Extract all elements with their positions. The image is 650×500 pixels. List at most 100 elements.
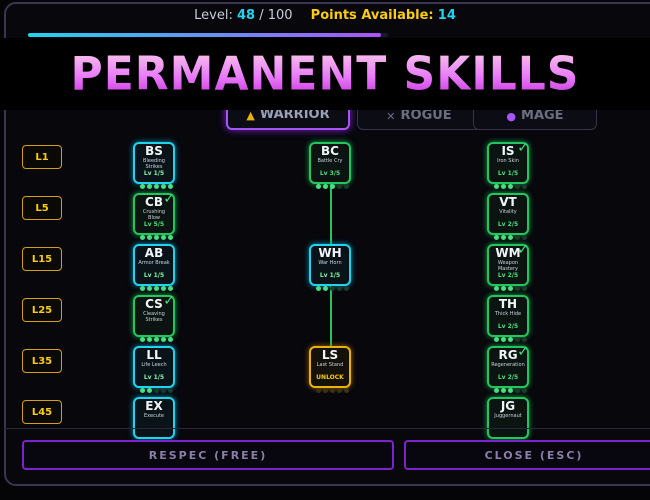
rank-pips: [311, 388, 353, 393]
xp-progress-fill: [28, 33, 381, 37]
skill-node-jg[interactable]: JG Juggernaut: [487, 397, 529, 439]
rank-pip: [493, 388, 499, 393]
rank-pip: [514, 388, 520, 393]
skill-name: Execute: [144, 413, 164, 419]
rank-pip: [343, 286, 349, 291]
skill-node-cs[interactable]: CS Cleaving Strikes ✓: [133, 293, 175, 342]
rank-pip: [329, 184, 335, 189]
skill-node-th[interactable]: TH Thick Hide Lv 2/5: [487, 295, 529, 342]
level-readout: Level: 48 / 100 Points Available: 14: [0, 8, 650, 32]
skill-node-bs[interactable]: BS Bleeding Strikes Lv 1/5: [133, 142, 175, 189]
rank-pip: [153, 286, 159, 291]
skill-name: Last Stand: [316, 362, 344, 368]
tier-label-l1: L1: [22, 145, 62, 169]
rank-pips: [489, 184, 531, 189]
tier-label-l15: L15: [22, 247, 62, 271]
skill-node-ab[interactable]: AB Armor Break Lv 1/5: [133, 244, 175, 291]
skill-name: Battle Cry: [317, 158, 343, 164]
skill-node-wm[interactable]: WM Weapon Mastery Lv 2/5 ✓: [487, 242, 529, 291]
rank-pip: [160, 337, 166, 342]
skill-name: Crushing Blow: [142, 209, 166, 221]
rank-pip: [167, 184, 173, 189]
tab-label: MAGE: [521, 108, 564, 123]
rank-pip: [500, 235, 506, 240]
skill-node-cb[interactable]: CB Crushing Blow Lv 5/5 ✓: [133, 191, 175, 240]
respec-button[interactable]: RESPEC (FREE): [22, 440, 394, 470]
skill-code: LL: [146, 348, 162, 362]
skill-code: JG: [500, 399, 516, 413]
rank-pip: [153, 184, 159, 189]
rank-pips: [311, 286, 353, 291]
skill-level: Lv 2/5: [497, 374, 519, 381]
skill-name: Iron Skin: [497, 158, 519, 164]
rank-pip: [315, 388, 321, 393]
skill-name: War Horn: [318, 260, 342, 266]
rank-pip: [167, 337, 173, 342]
rank-pips: [135, 235, 177, 240]
rank-pip: [146, 235, 152, 240]
rank-pips: [489, 286, 531, 291]
skill-level: Lv 5/5: [143, 221, 165, 228]
skill-name: Cleaving Strikes: [143, 311, 165, 323]
rank-pip: [336, 184, 342, 189]
rank-pip: [493, 286, 499, 291]
xp-progress-bar: [28, 33, 388, 37]
rank-pip: [514, 184, 520, 189]
rank-pip: [521, 184, 527, 189]
rank-pip: [507, 337, 513, 342]
check-icon: ✓: [517, 242, 529, 258]
rank-pip: [160, 235, 166, 240]
skill-level: Lv 1/5: [143, 272, 165, 279]
dagger-icon: ✕: [386, 110, 396, 123]
level-label: Level:: [194, 8, 233, 23]
skill-node-is[interactable]: IS Iron Skin Lv 1/5 ✓: [487, 140, 529, 189]
rank-pips: [311, 184, 353, 189]
rank-pip: [315, 184, 321, 189]
skill-name: Life Leech: [141, 362, 167, 368]
rank-pips: [135, 286, 177, 291]
rank-pip: [139, 286, 145, 291]
skill-name: Thick Hide: [494, 311, 522, 317]
rank-pip: [160, 184, 166, 189]
rank-pip: [167, 388, 173, 393]
skill-name: Armor Break: [138, 260, 170, 266]
rank-pip: [153, 337, 159, 342]
rank-pip: [493, 235, 499, 240]
skill-node-wh[interactable]: WH War Horn Lv 1/5: [309, 244, 351, 291]
rank-pip: [139, 337, 145, 342]
rank-pip: [322, 388, 328, 393]
rank-pip: [329, 286, 335, 291]
unlock-label: UNLOCK: [316, 374, 344, 381]
rank-pip: [153, 388, 159, 393]
rank-pips: [135, 337, 177, 342]
rank-pip: [167, 286, 173, 291]
skill-level: Lv 3/5: [319, 170, 341, 177]
points-value: 14: [437, 8, 456, 23]
rank-pip: [507, 286, 513, 291]
rank-pip: [514, 235, 520, 240]
skill-node-ls[interactable]: LS Last Stand UNLOCK: [309, 346, 351, 393]
level-current: 48: [236, 8, 256, 23]
skill-node-ex[interactable]: EX Execute: [133, 397, 175, 439]
skill-code: AB: [144, 246, 164, 260]
skill-node-bc[interactable]: BC Battle Cry Lv 3/5: [309, 142, 351, 189]
skill-code: BC: [321, 144, 339, 158]
title-banner: PERMANENT SKILLS: [0, 38, 650, 110]
close-button[interactable]: CLOSE (ESC): [404, 440, 650, 470]
check-icon: ✓: [517, 140, 529, 156]
skill-node-vt[interactable]: VT Vitality Lv 2/5: [487, 193, 529, 240]
skill-name: Bleeding Strikes: [143, 158, 165, 170]
skill-node-ll[interactable]: LL Life Leech Lv 1/5: [133, 346, 175, 393]
skill-level: Lv 2/5: [497, 221, 519, 228]
connector-bc-wh: [330, 184, 332, 246]
rank-pip: [336, 388, 342, 393]
skill-node-rg[interactable]: RG Regeneration Lv 2/5 ✓: [487, 344, 529, 393]
skill-code: LS: [321, 348, 339, 362]
check-icon: ✓: [163, 293, 175, 309]
points-label: Points Available:: [310, 8, 434, 23]
rank-pip: [500, 286, 506, 291]
rank-pip: [336, 286, 342, 291]
skill-level: Lv 2/5: [497, 323, 519, 330]
rank-pip: [322, 286, 328, 291]
tier-label-l45: L45: [22, 400, 62, 424]
